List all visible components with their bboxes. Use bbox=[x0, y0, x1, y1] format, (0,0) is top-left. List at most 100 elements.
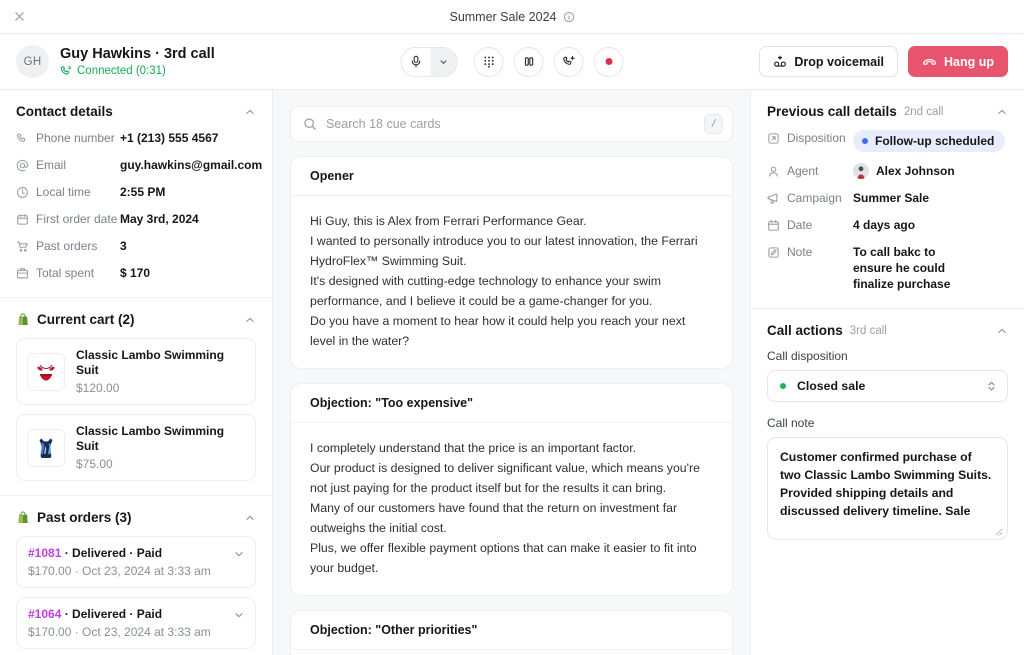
section-subtitle: 3rd call bbox=[849, 324, 887, 337]
cue-card-body: Prioritizing is important, and I respect… bbox=[291, 650, 732, 655]
label-text: Total spent bbox=[36, 266, 95, 280]
product-name: Classic Lambo Swimming Suit bbox=[76, 348, 225, 377]
right-sidebar: Previous call details 2nd call Dispositi bbox=[750, 90, 1024, 655]
cue-card[interactable]: Opener Hi Guy, this is Alex from Ferrari… bbox=[290, 156, 733, 369]
shopify-bag-icon bbox=[16, 313, 30, 327]
previous-call-header[interactable]: Previous call details 2nd call bbox=[767, 104, 1008, 119]
call-disposition-value: Closed sale bbox=[797, 379, 866, 393]
past-order-row[interactable]: #1081 · Delivered · Paid $170.00 · Oct 2… bbox=[16, 536, 256, 588]
contact-label: Email bbox=[16, 157, 120, 173]
cue-card-search[interactable]: / bbox=[290, 106, 733, 142]
cue-card[interactable]: Objection: "Other priorities" Prioritizi… bbox=[290, 610, 733, 655]
phone-icon bbox=[16, 132, 29, 145]
label-text: Phone number bbox=[36, 131, 115, 145]
current-cart-header[interactable]: Current cart (2) bbox=[16, 312, 256, 327]
close-icon[interactable] bbox=[8, 6, 30, 28]
clock-icon bbox=[16, 186, 29, 199]
cue-card-title: Opener bbox=[291, 157, 732, 196]
past-order-row[interactable]: #1064 · Delivered · Paid $170.00 · Oct 2… bbox=[16, 597, 256, 649]
product-thumbnail-blue-swimsuit bbox=[27, 428, 65, 467]
avatar: GH bbox=[16, 45, 49, 78]
chevron-down-icon[interactable] bbox=[233, 548, 245, 560]
order-summary: #1064 · Delivered · Paid bbox=[28, 607, 244, 622]
section-subtitle: 2nd call bbox=[903, 105, 944, 118]
left-sidebar: Contact details Phone number +1 (213) 55… bbox=[0, 90, 273, 655]
disposition-icon bbox=[767, 132, 780, 145]
past-orders-section: Past orders (3) #1081 · Delivered · Paid… bbox=[0, 496, 272, 655]
contact-label: Local time bbox=[16, 184, 120, 200]
call-note-input[interactable] bbox=[780, 448, 995, 524]
avatar bbox=[853, 163, 869, 179]
previous-call-row-agent: Agent Alex Johnson bbox=[767, 163, 1008, 179]
hang-up-button[interactable]: Hang up bbox=[908, 46, 1008, 77]
contact-row-past-orders: Past orders 3 bbox=[16, 238, 256, 254]
row-label: Campaign bbox=[767, 190, 853, 206]
order-payment: Paid bbox=[136, 546, 163, 560]
label-text: Email bbox=[36, 158, 67, 172]
record-dot-icon bbox=[605, 58, 612, 65]
order-separator: · bbox=[126, 607, 137, 621]
chevron-up-icon[interactable] bbox=[996, 106, 1008, 118]
drop-voicemail-button[interactable]: Drop voicemail bbox=[759, 46, 898, 77]
info-icon[interactable] bbox=[563, 11, 575, 23]
section-title: Contact details bbox=[16, 104, 113, 119]
workspace-body: Contact details Phone number +1 (213) 55… bbox=[0, 90, 1024, 655]
contact-row-first-order-date: First order date May 3rd, 2024 bbox=[16, 211, 256, 227]
hang-up-label: Hang up bbox=[944, 54, 994, 69]
chevron-down-icon[interactable] bbox=[233, 609, 245, 621]
call-note-box[interactable] bbox=[767, 437, 1008, 540]
previous-call-details-section: Previous call details 2nd call Dispositi bbox=[751, 90, 1024, 309]
call-actions-header[interactable]: Call actions 3rd call bbox=[767, 323, 1008, 338]
mute-microphone-button[interactable] bbox=[402, 48, 431, 76]
megaphone-icon bbox=[767, 192, 780, 205]
order-separator: · bbox=[61, 546, 73, 560]
cart-item[interactable]: Classic Lambo Swimming Suit $75.00 bbox=[16, 414, 256, 481]
order-separator: · bbox=[61, 607, 73, 621]
chevron-up-icon[interactable] bbox=[244, 314, 256, 326]
contact-details-section: Contact details Phone number +1 (213) 55… bbox=[0, 90, 272, 298]
chevron-up-down-icon[interactable] bbox=[986, 379, 997, 393]
order-id: #1081 bbox=[28, 546, 62, 560]
row-label: Disposition bbox=[767, 130, 853, 146]
label-text: Agent bbox=[787, 164, 819, 178]
chevron-up-icon[interactable] bbox=[244, 106, 256, 118]
call-disposition-select[interactable]: Closed sale bbox=[767, 370, 1008, 402]
microphone-options-button[interactable] bbox=[430, 47, 457, 76]
past-orders-header[interactable]: Past orders (3) bbox=[16, 510, 256, 525]
campaign-title-group: Summer Sale 2024 bbox=[449, 10, 574, 24]
person-icon bbox=[767, 165, 780, 178]
cue-card[interactable]: Objection: "Too expensive" I completely … bbox=[290, 383, 733, 596]
status-badge-label: Follow-up scheduled bbox=[875, 134, 995, 148]
search-input[interactable] bbox=[326, 117, 695, 131]
campaign-value: Summer Sale bbox=[853, 191, 930, 205]
call-note-label: Call note bbox=[767, 416, 815, 430]
contact-label: Past orders bbox=[16, 238, 120, 254]
label-text: Past orders bbox=[36, 239, 98, 253]
microphone-control-group bbox=[400, 46, 458, 77]
contact-details-header[interactable]: Contact details bbox=[16, 104, 256, 119]
hold-call-button[interactable] bbox=[513, 46, 544, 77]
chevron-up-icon[interactable] bbox=[996, 325, 1008, 337]
add-call-button[interactable] bbox=[553, 46, 584, 77]
status-dot-icon bbox=[862, 138, 868, 144]
callee-name: Guy Hawkins · 3rd call bbox=[60, 46, 215, 62]
order-summary: #1081 · Delivered · Paid bbox=[28, 546, 244, 561]
chevron-up-icon[interactable] bbox=[244, 512, 256, 524]
label-text: Campaign bbox=[787, 191, 842, 205]
record-call-button[interactable] bbox=[593, 46, 624, 77]
cart-item[interactable]: Classic Lambo Swimming Suit $120.00 bbox=[16, 338, 256, 405]
disposition-badge-wrap: Follow-up scheduled bbox=[853, 130, 1006, 152]
call-header: GH Guy Hawkins · 3rd call Connected (0:3… bbox=[0, 34, 1024, 90]
disposition-dot-icon bbox=[780, 383, 786, 389]
section-title: Past orders (3) bbox=[37, 510, 132, 525]
contact-label: First order date bbox=[16, 211, 120, 227]
product-name: Classic Lambo Swimming Suit bbox=[76, 424, 225, 453]
dialpad-button[interactable] bbox=[473, 46, 504, 77]
drop-voicemail-label: Drop voicemail bbox=[794, 54, 884, 69]
call-disposition-label: Call disposition bbox=[767, 349, 848, 363]
row-label: Date bbox=[767, 217, 853, 233]
row-label: Note bbox=[767, 244, 853, 260]
resize-handle-icon[interactable] bbox=[994, 527, 1003, 536]
calendar-icon bbox=[767, 219, 780, 232]
header-actions: Drop voicemail Hang up bbox=[759, 46, 1008, 77]
